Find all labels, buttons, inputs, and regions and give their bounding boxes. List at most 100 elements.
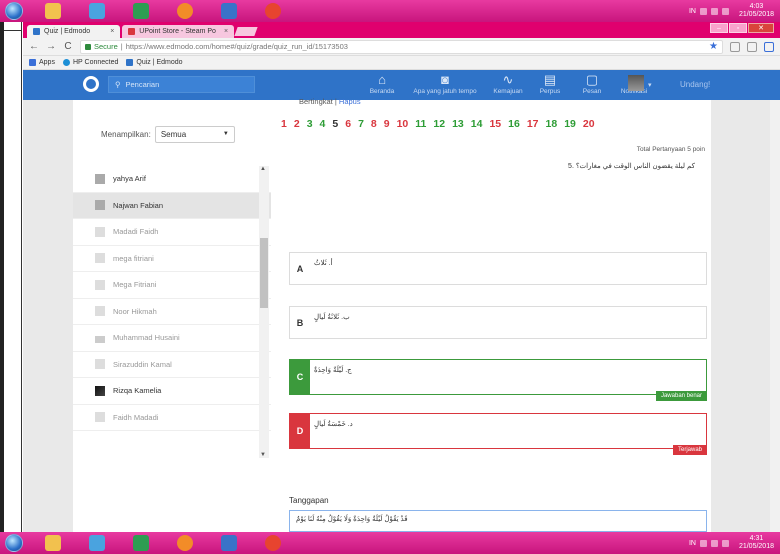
volume-icon[interactable] [710,7,718,15]
new-tab-button[interactable] [234,27,258,36]
explorer-icon [45,535,61,551]
clock[interactable]: 4:31 21/05/2018 [739,535,774,551]
back-arrow-icon[interactable]: ← [29,41,39,52]
question-number-link[interactable]: 10 [397,118,409,130]
chevron-down-icon[interactable]: ▾ [648,81,652,89]
question-number-link[interactable]: 3 [307,118,313,130]
student-row[interactable]: Madadi Faidh [73,219,271,246]
url-field[interactable]: Secure | https://www.edmodo.com/home#/qu… [80,39,723,54]
taskbar-app-media[interactable] [80,1,114,21]
nav-icon: ∿ [502,72,514,87]
student-row[interactable]: Muhammad Husaini [73,325,271,352]
network-icon[interactable] [699,7,707,15]
bookmark-hp-connected[interactable]: HP Connected [62,59,118,66]
bookmark-star-icon[interactable]: ★ [709,41,718,52]
taskbar-app-chrome[interactable] [256,1,290,21]
taskbar-app-publisher[interactable] [212,533,246,553]
question-number-link[interactable]: 2 [294,118,300,130]
answer-option-b[interactable]: B ب. ثَلاثَةُ لَيالٍ [289,306,707,339]
close-window-button[interactable]: ✕ [748,23,774,33]
question-number-link[interactable]: 5 [332,118,338,130]
taskbar-app-publisher[interactable] [212,1,246,21]
maximize-button[interactable]: ▫ [729,23,747,33]
question-number-link[interactable]: 8 [371,118,377,130]
nav-item-apa-yang-jatuh-tempo[interactable]: ◙ Apa yang jatuh tempo [405,72,485,95]
taskbar-app-media[interactable] [80,533,114,553]
extension-icon[interactable] [764,41,774,52]
question-number-link[interactable]: 16 [508,118,520,130]
chrome-icon [265,535,281,551]
network-icon[interactable] [699,539,707,547]
question-number-link[interactable]: 17 [527,118,539,130]
media-icon [89,535,105,551]
nav-item-perpus[interactable]: ▤ Perpus [531,72,569,95]
student-list-scrollbar[interactable]: ▲ ▼ [259,166,269,458]
tray-icon[interactable]: IN [689,540,696,547]
start-button[interactable] [2,532,26,554]
question-number-link[interactable]: 19 [564,118,576,130]
tray-icon[interactable]: IN [689,8,696,15]
answer-option-c[interactable]: C ج. لَيْلَةٌ وَاحِدَةٌ Jawaban benar [289,359,707,401]
student-row[interactable]: Noor Hikmah [73,298,271,325]
avatar[interactable] [628,75,644,91]
reload-icon[interactable]: C [63,41,73,52]
student-row[interactable]: Rizqa Kamelia [73,378,271,405]
student-row[interactable]: Faidh Madadi [73,404,271,431]
edmodo-logo-icon[interactable] [83,76,99,92]
scroll-up-icon[interactable]: ▲ [260,166,266,172]
question-number-link[interactable]: 13 [452,118,464,130]
taskbar-app-explorer[interactable] [36,533,70,553]
taskbar-app-paint[interactable] [168,1,202,21]
question-number-link[interactable]: 7 [358,118,364,130]
nav-item-pesan[interactable]: ▢ Pesan [573,72,611,95]
student-list: yahya Arif Najwan Fabian Madadi Faidh mega … [73,166,271,458]
page-scrollbar[interactable] [770,100,780,532]
question-number-link[interactable]: 9 [384,118,390,130]
question-number-link[interactable]: 12 [433,118,445,130]
question-number-link[interactable]: 6 [345,118,351,130]
nav-item-beranda[interactable]: ⌂ Beranda [363,72,401,95]
nav-item-kemajuan[interactable]: ∿ Kemajuan [489,72,527,95]
student-row[interactable]: Sirazuddin Kamal [73,351,271,378]
student-row[interactable]: Mega Fitriani [73,272,271,299]
start-button[interactable] [2,0,26,22]
tab-close-icon[interactable]: × [224,28,228,35]
question-number-link[interactable]: 15 [489,118,501,130]
answer-option-d[interactable]: D د. خَمْسَةُ لَيالٍ Terjawab [289,413,707,455]
bookmark-apps[interactable]: Apps [29,59,55,66]
battery-icon[interactable] [721,7,729,15]
forward-arrow-icon[interactable]: → [46,41,56,52]
question-number-link[interactable]: 20 [583,118,595,130]
student-row[interactable]: mega fitriani [73,245,271,272]
question-number-link[interactable]: 1 [281,118,287,130]
question-number-link[interactable]: 11 [415,118,426,130]
response-textarea[interactable]: قَدْ يَقُوْلُ لَيْلَةٌ وَاحِدَةٌ وَلَا ي… [289,510,707,532]
question-number-link[interactable]: 14 [471,118,483,130]
filter-select[interactable]: Semua ▼ [154,125,235,143]
search-input[interactable]: ⚲ Pencarian [108,76,255,93]
taskbar-app-explorer[interactable] [36,1,70,21]
question-number-link[interactable]: 18 [546,118,558,130]
taskbar-app-excel[interactable] [124,1,158,21]
taskbar-app-excel[interactable] [124,533,158,553]
clock[interactable]: 4:03 21/05/2018 [739,3,774,19]
extension-icon[interactable] [730,41,740,52]
tab-close-icon[interactable]: × [110,28,114,35]
invite-link[interactable]: Undang! [680,80,710,89]
extension-icon[interactable] [747,41,757,52]
bookmark-quiz-edmodo[interactable]: Quiz | Edmodo [126,59,183,66]
tab-upoint-store[interactable]: UPoint Store - Steam Po × [122,25,235,38]
delete-link[interactable]: Hapus [339,97,361,106]
student-row[interactable]: Najwan Fabian [73,192,271,219]
scroll-down-icon[interactable]: ▼ [260,452,266,458]
student-row[interactable]: yahya Arif [73,166,271,193]
answer-option-a[interactable]: A أ. ثَلاثُ [289,252,707,285]
taskbar-app-paint[interactable] [168,533,202,553]
minimize-button[interactable]: – [710,23,728,33]
battery-icon[interactable] [721,539,729,547]
taskbar-app-chrome[interactable] [256,533,290,553]
question-number-link[interactable]: 4 [320,118,326,130]
scrollbar-thumb[interactable] [260,238,268,308]
tab-quiz-edmodo[interactable]: Quiz | Edmodo × [27,25,121,38]
volume-icon[interactable] [710,539,718,547]
